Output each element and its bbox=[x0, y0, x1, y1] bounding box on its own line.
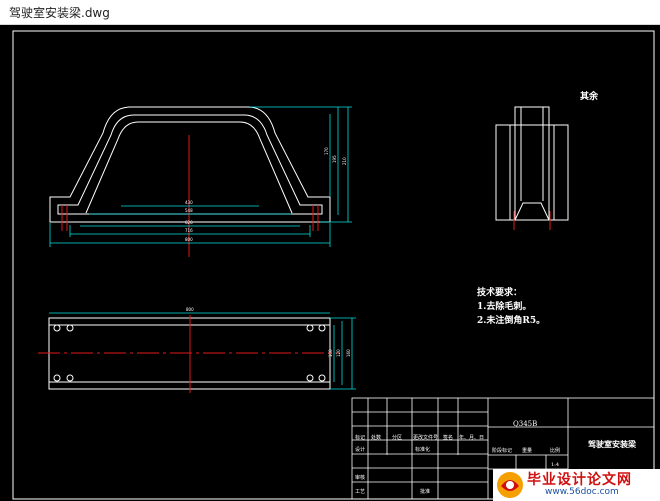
surface-note: 其余 bbox=[580, 90, 599, 102]
watermark-title: 毕业设计论文网 bbox=[527, 472, 632, 488]
tb-row-label: 审核 bbox=[355, 474, 365, 481]
dim-label: 430 bbox=[185, 200, 193, 205]
cad-canvas[interactable]: 430 548 626 716 800 170 195 210 其余 800 1… bbox=[0, 25, 660, 501]
dim-label: 100 bbox=[328, 349, 333, 357]
dim-label: 120 bbox=[336, 349, 341, 357]
dim-label: 210 bbox=[342, 157, 347, 165]
front-view-dimensions bbox=[49, 106, 352, 247]
dim-label: 548 bbox=[185, 208, 193, 213]
part-name: 驾驶室安装梁 bbox=[587, 439, 637, 449]
dim-label: 195 bbox=[332, 155, 337, 163]
site-watermark: 毕业设计论文网 www.56doc.com bbox=[493, 469, 660, 501]
dim-label: 716 bbox=[185, 228, 193, 233]
tb-header: 阶段标记 bbox=[492, 447, 512, 454]
plan-view-centerlines bbox=[38, 315, 340, 393]
tb-header: 更改文件号 bbox=[413, 434, 438, 441]
tb-approve: 批准 bbox=[420, 488, 430, 495]
material-code: Q345B bbox=[513, 420, 537, 428]
tb-standardization: 标准化 bbox=[415, 446, 430, 453]
tb-row-label: 工艺 bbox=[355, 489, 365, 495]
drawing-border bbox=[12, 30, 655, 500]
tb-header: 分区 bbox=[392, 434, 402, 441]
tb-header: 比例 bbox=[550, 447, 560, 454]
window-title-bar: 驾驶室安装梁.dwg bbox=[0, 0, 660, 25]
tech-requirement-item: 1.去除毛刺。 bbox=[477, 300, 531, 312]
tb-header: 处数 bbox=[371, 434, 381, 441]
dim-label: 170 bbox=[324, 147, 329, 155]
dim-label: 800 bbox=[186, 307, 194, 312]
tb-header: 年、月、日 bbox=[459, 434, 484, 441]
tb-header: 标记 bbox=[355, 434, 365, 441]
scale-value: 1:4 bbox=[551, 462, 559, 468]
tb-row-label: 设计 bbox=[355, 446, 365, 453]
dim-label: 626 bbox=[185, 220, 193, 225]
tb-header: 签名 bbox=[443, 434, 453, 441]
tb-header: 重量 bbox=[522, 447, 532, 454]
cad-drawing: 430 548 626 716 800 170 195 210 其余 800 1… bbox=[12, 30, 655, 500]
watermark-logo-icon bbox=[497, 472, 523, 498]
window-title: 驾驶室安装梁.dwg bbox=[9, 6, 110, 20]
plan-view-dimensions bbox=[49, 312, 356, 390]
side-view bbox=[495, 106, 569, 221]
tech-requirements-heading: 技术要求： bbox=[477, 286, 522, 298]
dim-label: 160 bbox=[346, 349, 351, 357]
watermark-url: www.56doc.com bbox=[545, 487, 619, 497]
tech-requirement-item: 2.未注倒角R5。 bbox=[477, 314, 545, 326]
dim-label: 800 bbox=[185, 237, 193, 242]
